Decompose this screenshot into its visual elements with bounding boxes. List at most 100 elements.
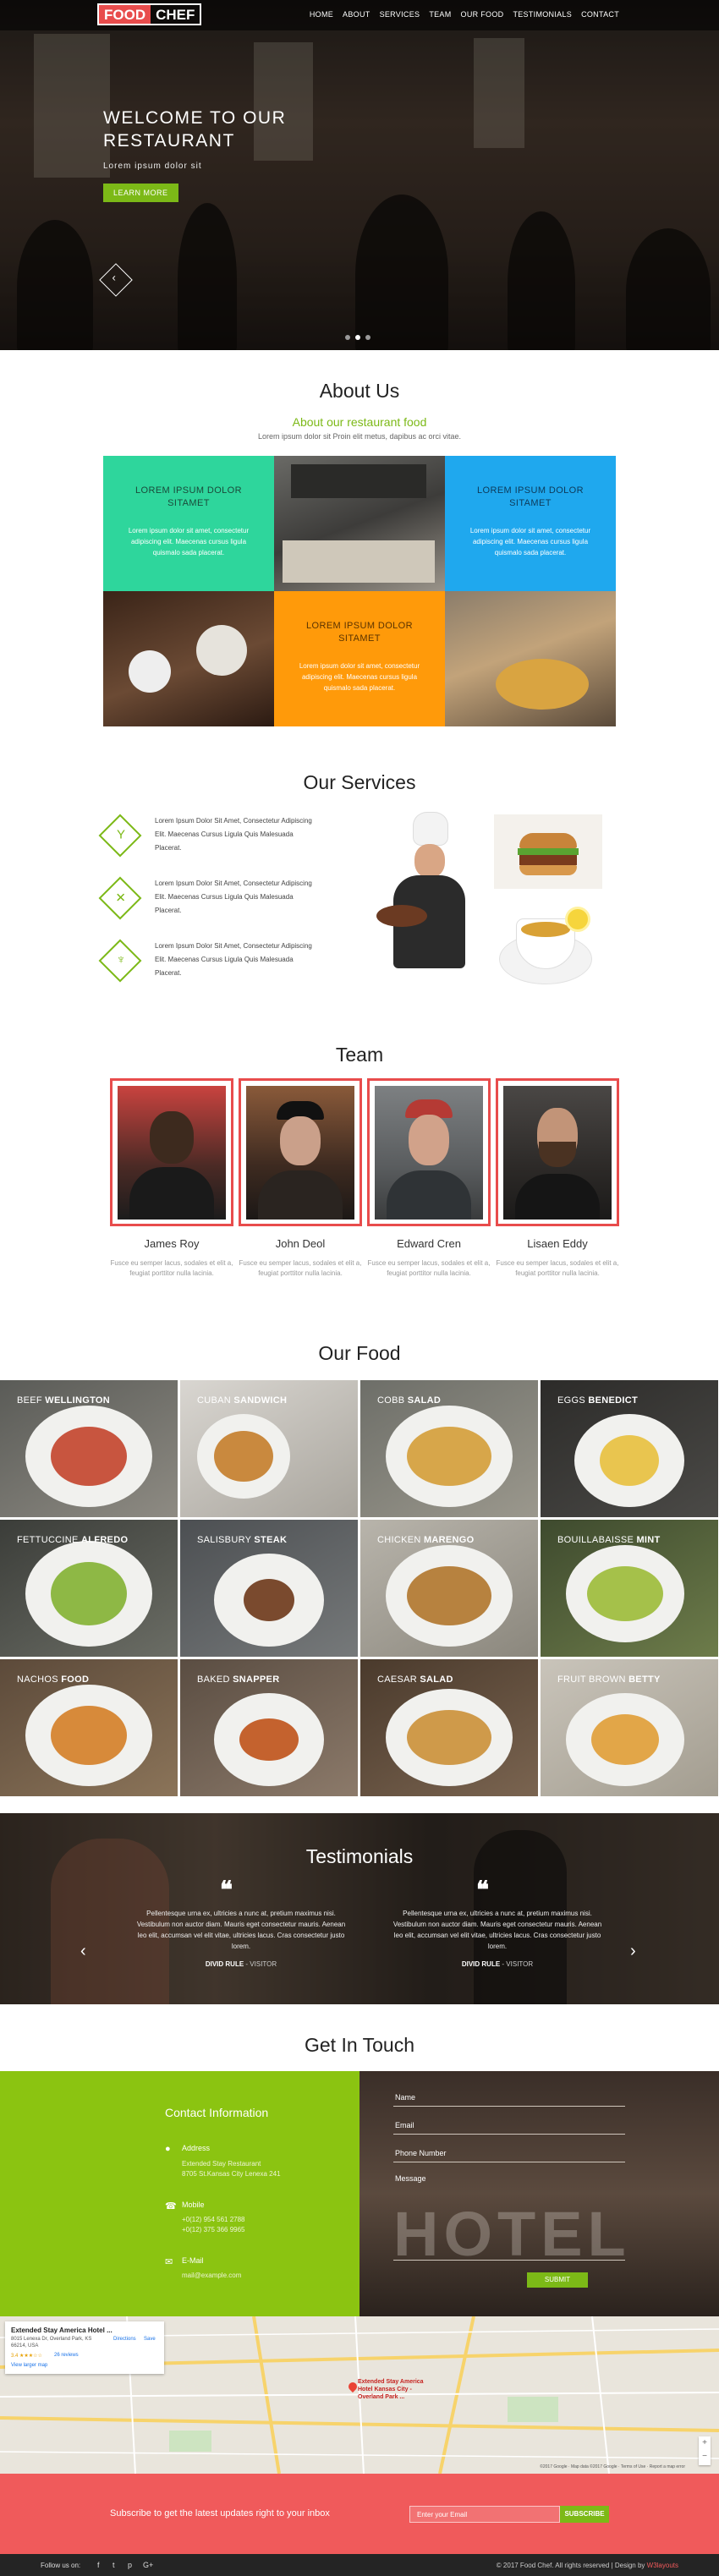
bun-decoration [519,833,577,848]
team-card-4 [496,1078,619,1226]
team-photo [118,1086,226,1219]
testimonials-next-button[interactable]: › [630,1942,636,1961]
mobile-line-1: +0(12) 954 561 2788 [182,2216,245,2223]
food-item-5[interactable]: FETTUCCINE ALFREDO [0,1520,178,1657]
submit-button[interactable]: SUBMIT [527,2272,588,2288]
nav-our-food[interactable]: OUR FOOD [461,10,504,19]
dining-table-photo [103,591,274,726]
food-label: FETTUCCINE ALFREDO [17,1535,129,1545]
chalkboard-decoration [291,464,426,498]
food-item-10[interactable]: BAKED SNAPPER [180,1659,358,1796]
email-label: E-Mail [182,2256,204,2265]
hero-overlay [0,0,719,350]
directions-link[interactable]: Directions [113,2337,136,2342]
food-item-11[interactable]: CAESAR SALAD [360,1659,538,1796]
plate-decoration [566,1693,684,1786]
learn-more-button[interactable]: LEARN MORE [103,184,178,202]
food-item-7[interactable]: CHICKEN MARENGO [360,1520,538,1657]
food-item-12[interactable]: FRUIT BROWN BETTY [541,1659,718,1796]
nav-about[interactable]: ABOUT [343,10,370,19]
name-field-label: Name [395,2093,416,2102]
plate-decoration [566,1545,684,1642]
name-field[interactable]: Name [393,2086,625,2107]
dish-decoration [407,1566,491,1625]
subscribe-email-input[interactable]: Enter your Email [409,2506,560,2523]
pinterest-icon[interactable]: p [128,2561,132,2569]
testimonials-title: Testimonials [305,1845,414,1867]
brand-logo[interactable]: FOOD CHEF [97,3,202,25]
dish-decoration [214,1431,273,1482]
twitter-icon[interactable]: t [113,2561,115,2569]
nav-team[interactable]: TEAM [429,10,451,19]
beard-decoration [539,1142,576,1167]
team-card-2 [239,1078,362,1226]
nav-testimonials[interactable]: TESTIMONIALS [513,10,572,19]
map-marker-icon: ● [165,2144,171,2154]
tea-decoration [521,922,570,937]
subscribe-button[interactable]: SUBSCRIBE [560,2506,609,2523]
contact-info-panel: Contact Information ● Address Extended S… [0,2071,360,2316]
tile-text: Lorem ipsum dolor sit amet, consectetur … [469,527,591,556]
google-map[interactable]: Extended Stay America Hotel ... 8015 Len… [0,2316,719,2474]
testimonials-prev-button[interactable]: ‹ [80,1942,86,1961]
service-icon-2: ✕ [98,876,142,920]
map-zoom-control[interactable]: + − [699,2436,711,2465]
plate-decoration [386,1689,513,1786]
food-item-9[interactable]: NACHOS FOOD [0,1659,178,1796]
slider-dot[interactable] [355,335,360,340]
food-item-3[interactable]: COBB SALAD [360,1380,538,1517]
chef-face-decoration [414,844,445,878]
subscribe-section: Subscribe to get the latest updates righ… [0,2474,719,2554]
email-value[interactable]: mail@example.com [182,2271,241,2281]
food-label: COBB SALAD [377,1395,442,1406]
nav-services[interactable]: SERVICES [380,10,420,19]
footer: Follow us on: f t p G+ © 2017 Food Chef.… [0,2554,719,2576]
slider-dots [345,335,370,340]
team-name-2: John Deol [275,1237,326,1250]
about-subtitle: About our restaurant food [292,415,427,429]
logo-part-1: FOOD [99,5,151,24]
save-link[interactable]: Save [144,2337,156,2342]
about-tile-orange: LOREM IPSUM DOLOR SITAMET Lorem ipsum do… [274,591,445,726]
zoom-in-icon[interactable]: + [699,2436,711,2450]
subscribe-text: Subscribe to get the latest updates righ… [110,2508,330,2518]
nav-home[interactable]: HOME [310,10,333,19]
contact-info-title: Contact Information [165,2106,269,2119]
mobile-line-2: +0(12) 375 366 9965 [182,2226,245,2233]
food-item-6[interactable]: SALISBURY STEAK [180,1520,358,1657]
message-field-label: Message [395,2174,426,2183]
food-item-1[interactable]: BEEF WELLINGTON [0,1380,178,1517]
food-label: NACHOS FOOD [17,1674,90,1685]
map-place-address: 8015 Lenexa Dr, Overland Park, KS 66214,… [11,2337,92,2349]
food-item-4[interactable]: EGGS BENEDICT [541,1380,718,1517]
slider-dot[interactable] [365,335,370,340]
pasta-photo [445,591,616,726]
nav-contact[interactable]: CONTACT [581,10,619,19]
team-card-3 [367,1078,491,1226]
quote-icon: ❝ [220,1877,233,1903]
plate-decoration [25,1685,152,1786]
about-tile-blue: LOREM IPSUM DOLOR SITAMET Lorem ipsum do… [445,456,616,591]
google-plus-icon[interactable]: G+ [143,2561,153,2569]
food-label: EGGS BENEDICT [557,1395,638,1406]
plate-decoration [386,1406,513,1507]
message-field[interactable]: Message [393,2168,625,2261]
map-reviews-link[interactable]: 26 reviews [54,2353,79,2358]
hero-section: FOOD CHEF HOME ABOUT SERVICES TEAM OUR F… [0,0,719,350]
dish-decoration [239,1718,299,1761]
designer-link[interactable]: W3layouts [647,2562,678,2569]
testimonials-section: Testimonials ❝ ❝ Pellentesque urna ex, u… [0,1813,719,2004]
slider-dot[interactable] [345,335,350,340]
food-label: FRUIT BROWN BETTY [557,1674,661,1685]
dish-decoration [51,1562,127,1625]
facebook-icon[interactable]: f [97,2561,100,2569]
zoom-out-icon[interactable]: − [699,2450,711,2464]
testimonial-author-1: DIVID RULE - VISITOR [205,1960,277,1968]
view-larger-map-link[interactable]: View larger map [11,2363,47,2368]
phone-field[interactable]: Phone Number [393,2142,625,2162]
email-field-label: Email [395,2121,414,2129]
team-name-1: James Roy [144,1237,200,1250]
email-field[interactable]: Email [393,2114,625,2135]
food-item-2[interactable]: CUBAN SANDWICH [180,1380,358,1517]
food-item-8[interactable]: BOUILLABAISSE MINT [541,1520,718,1657]
